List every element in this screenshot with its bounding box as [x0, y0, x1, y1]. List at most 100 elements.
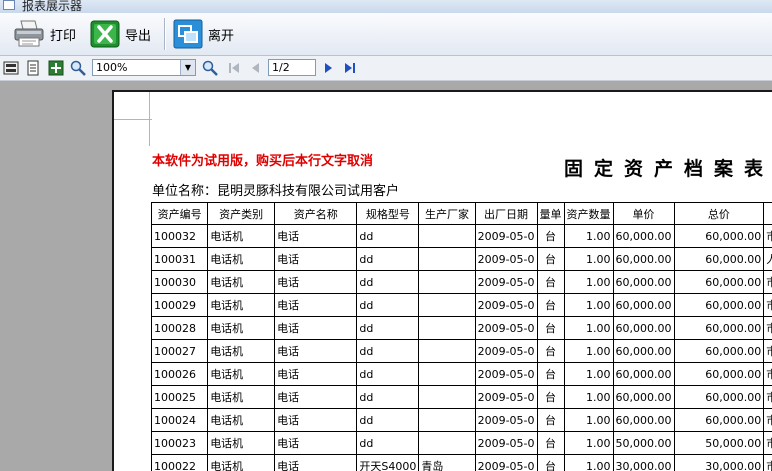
table-cell: 60,000.00 [673, 385, 765, 409]
table-cell: 台 [536, 247, 565, 271]
table-cell: dd [356, 408, 420, 432]
table-cell: 100032 [150, 224, 209, 248]
table-cell: 60,000.00 [673, 408, 765, 432]
table-cell: 1.00 [563, 224, 614, 248]
column-header: 出厂日期 [474, 202, 538, 225]
table-cell: 市场 [763, 293, 772, 317]
table-cell [418, 339, 476, 363]
table-cell: 电话 [274, 339, 358, 363]
print-preview-icon[interactable] [3, 60, 19, 76]
main-toolbar: 打印 导出 离开 [0, 13, 772, 56]
column-header: 总价 [673, 202, 765, 225]
table-cell: 60,000.00 [612, 339, 675, 363]
first-page-icon[interactable] [226, 60, 242, 76]
next-page-icon[interactable] [320, 60, 336, 76]
table-cell: 台 [536, 408, 565, 432]
table-cell [418, 408, 476, 432]
table-cell: 2009-05-0 [474, 293, 538, 317]
table-cell: 电话 [274, 316, 358, 340]
table-row: 100023 电话机 电话 dd 2009-05-0 台 1.00 50,000.00 50,0… [150, 431, 772, 455]
zoom-select[interactable]: 100% ▼ [92, 59, 196, 76]
table-cell: 电话 [274, 293, 358, 317]
table-cell: 市场 [763, 454, 772, 471]
table-cell: 30,000.00 [673, 454, 765, 471]
table-cell [418, 224, 476, 248]
table-cell: 电话 [274, 454, 358, 471]
table-cell: 60,000.00 [612, 270, 675, 294]
report-page: 本软件为试用版，购买后本行文字取消 固定资产档案表 单位名称：昆明灵豚科技有限公… [112, 90, 772, 471]
table-cell: 电话机 [207, 293, 276, 317]
toolbar-separator [164, 18, 165, 50]
table-row: 100029 电话机 电话 dd 2009-05-0 台 1.00 60,000.00 60,0… [150, 293, 772, 317]
table-cell: 60,000.00 [673, 339, 765, 363]
page-setup-icon[interactable] [25, 60, 41, 76]
fit-page-icon[interactable] [48, 60, 64, 76]
report-viewport[interactable]: 本软件为试用版，购买后本行文字取消 固定资产档案表 单位名称：昆明灵豚科技有限公… [0, 81, 772, 471]
asset-table: 资产编号资产类别资产名称规格型号生产厂家出厂日期量单资产数量单价总价使 1000… [150, 202, 772, 471]
table-cell: 100023 [150, 431, 209, 455]
table-cell [418, 247, 476, 271]
zoom-search-icon[interactable] [202, 60, 218, 76]
table-cell: dd [356, 224, 420, 248]
table-cell: 市场 [763, 408, 772, 432]
trial-notice: 本软件为试用版，购买后本行文字取消 [152, 154, 374, 169]
table-header-row: 资产编号资产类别资产名称规格型号生产厂家出厂日期量单资产数量单价总价使 [150, 202, 772, 225]
table-row: 100022 电话机 电话 开天S4000 青岛 2009-05-0 台 1.00 30,000… [150, 454, 772, 471]
table-cell: 1.00 [563, 293, 614, 317]
table-cell: 60,000.00 [612, 293, 675, 317]
table-cell: 2009-05-0 [474, 224, 538, 248]
table-cell: dd [356, 293, 420, 317]
window-title: 报表展示器 [22, 0, 83, 13]
table-cell: 电话机 [207, 362, 276, 386]
last-page-icon[interactable] [342, 60, 358, 76]
table-cell: 1.00 [563, 362, 614, 386]
prev-page-icon[interactable] [248, 60, 264, 76]
table-cell: 电话 [274, 362, 358, 386]
table-row: 100032 电话机 电话 dd 2009-05-0 台 1.00 60,000.00 60,0… [150, 224, 772, 248]
table-cell: dd [356, 339, 420, 363]
page-number-field[interactable]: 1/2 [268, 59, 316, 76]
table-row: 100030 电话机 电话 dd 2009-05-0 台 1.00 60,000.00 60,0… [150, 270, 772, 294]
print-label: 打印 [50, 28, 77, 44]
table-cell: 60,000.00 [612, 224, 675, 248]
table-cell: 100028 [150, 316, 209, 340]
table-cell: 2009-05-0 [474, 431, 538, 455]
table-cell: 1.00 [563, 431, 614, 455]
table-cell: 台 [536, 316, 565, 340]
table-cell: 60,000.00 [673, 224, 765, 248]
table-cell: 100025 [150, 385, 209, 409]
column-header: 资产数量 [563, 202, 614, 225]
table-cell: 电话 [274, 247, 358, 271]
table-cell: 人事 [763, 247, 772, 271]
table-cell [418, 270, 476, 294]
table-cell: 60,000.00 [612, 362, 675, 386]
column-header: 使 [763, 202, 772, 225]
table-cell: 50,000.00 [673, 431, 765, 455]
chevron-down-icon[interactable]: ▼ [180, 60, 195, 75]
table-cell: 电话机 [207, 316, 276, 340]
column-header: 生产厂家 [418, 202, 476, 225]
table-cell [418, 431, 476, 455]
table-cell: 台 [536, 270, 565, 294]
column-header: 资产名称 [274, 202, 358, 225]
table-cell: 2009-05-0 [474, 339, 538, 363]
table-cell: 电话 [274, 385, 358, 409]
export-button[interactable]: 导出 [90, 17, 151, 51]
crop-mark [114, 119, 152, 120]
table-cell: 台 [536, 293, 565, 317]
table-cell: 100031 [150, 247, 209, 271]
table-cell: 台 [536, 339, 565, 363]
table-cell: 60,000.00 [612, 385, 675, 409]
export-label: 导出 [125, 28, 152, 44]
print-button[interactable]: 打印 [13, 17, 76, 51]
table-cell: 1.00 [563, 339, 614, 363]
table-cell: 市场 [763, 316, 772, 340]
column-header: 资产类别 [207, 202, 276, 225]
zoom-glass-icon[interactable] [70, 60, 86, 76]
table-cell: 50,000.00 [612, 431, 675, 455]
leave-button[interactable]: 离开 [173, 17, 234, 51]
table-cell: 电话机 [207, 247, 276, 271]
table-cell: dd [356, 362, 420, 386]
table-cell: 2009-05-0 [474, 247, 538, 271]
table-cell: 100027 [150, 339, 209, 363]
